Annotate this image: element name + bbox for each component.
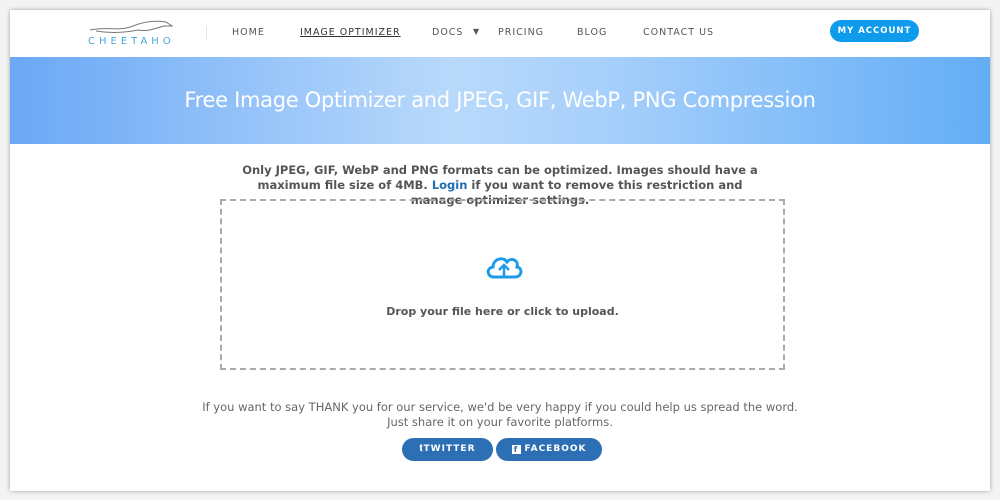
- cloud-upload-icon: [486, 257, 523, 279]
- logo[interactable]: CHEETAHO: [88, 14, 178, 50]
- nav-docs[interactable]: DOCS: [432, 27, 463, 38]
- nav-home[interactable]: HOME: [232, 27, 265, 38]
- nav-contact[interactable]: CONTACT US: [643, 27, 714, 38]
- page: CHEETAHO HOME IMAGE OPTIMIZER DOCS ▼ PRI…: [10, 10, 990, 491]
- upload-hint: Drop your file here or click to upload.: [386, 305, 619, 318]
- cheetah-logo-icon: [89, 20, 174, 34]
- nav-image-optimizer[interactable]: IMAGE OPTIMIZER: [300, 27, 401, 38]
- page-title: Free Image Optimizer and JPEG, GIF, WebP…: [184, 88, 816, 112]
- upload-dropzone[interactable]: Drop your file here or click to upload.: [220, 199, 785, 370]
- top-nav: CHEETAHO HOME IMAGE OPTIMIZER DOCS ▼ PRI…: [10, 10, 990, 57]
- hero-banner: Free Image Optimizer and JPEG, GIF, WebP…: [10, 57, 990, 144]
- login-link[interactable]: Login: [432, 178, 468, 192]
- twitter-button[interactable]: 𝐭TWITTER: [402, 438, 493, 461]
- share-message: If you want to say THANK you for our ser…: [202, 400, 798, 429]
- nav-pricing[interactable]: PRICING: [498, 27, 544, 38]
- facebook-button[interactable]: f FACEBOOK: [496, 438, 602, 461]
- nav-blog[interactable]: BLOG: [577, 27, 607, 38]
- facebook-icon: f: [511, 445, 521, 454]
- my-account-button[interactable]: MY ACCOUNT: [830, 20, 919, 42]
- divider: [206, 26, 207, 40]
- caret-down-icon[interactable]: ▼: [473, 27, 479, 36]
